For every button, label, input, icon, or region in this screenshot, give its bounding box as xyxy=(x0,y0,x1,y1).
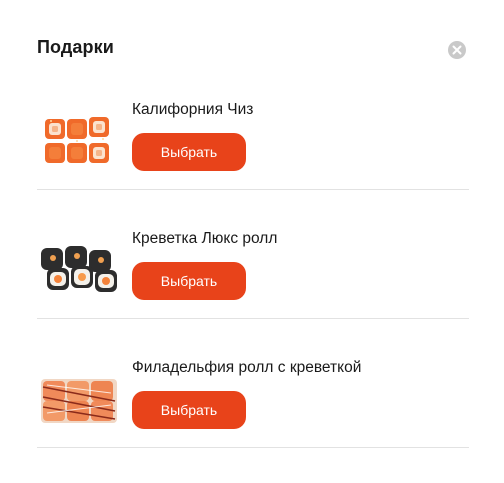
gift-name: Калифорния Чиз xyxy=(132,101,254,118)
divider xyxy=(37,447,469,448)
modal-title: Подарки xyxy=(37,37,114,57)
gift-item: Калифорния Чиз Выбрать xyxy=(37,91,469,221)
shrimp-lux-roll-image xyxy=(37,238,119,302)
select-button[interactable]: Выбрать xyxy=(132,391,246,429)
select-button[interactable]: Выбрать xyxy=(132,262,246,300)
divider xyxy=(37,318,469,319)
gift-item: Филадельфия ролл с креветкой Выбрать xyxy=(37,349,469,479)
close-icon[interactable] xyxy=(448,41,466,59)
gift-name: Филадельфия ролл с креветкой xyxy=(132,359,362,376)
divider xyxy=(37,189,469,190)
gift-name: Креветка Люкс ролл xyxy=(132,230,278,247)
select-button[interactable]: Выбрать xyxy=(132,133,246,171)
gift-item: Креветка Люкс ролл Выбрать xyxy=(37,220,469,350)
philadelphia-shrimp-roll-image xyxy=(37,367,119,431)
california-cheese-roll-image xyxy=(37,109,119,173)
gifts-modal: Подарки Калифорния Чиз Выбрать Креветка … xyxy=(0,0,504,483)
